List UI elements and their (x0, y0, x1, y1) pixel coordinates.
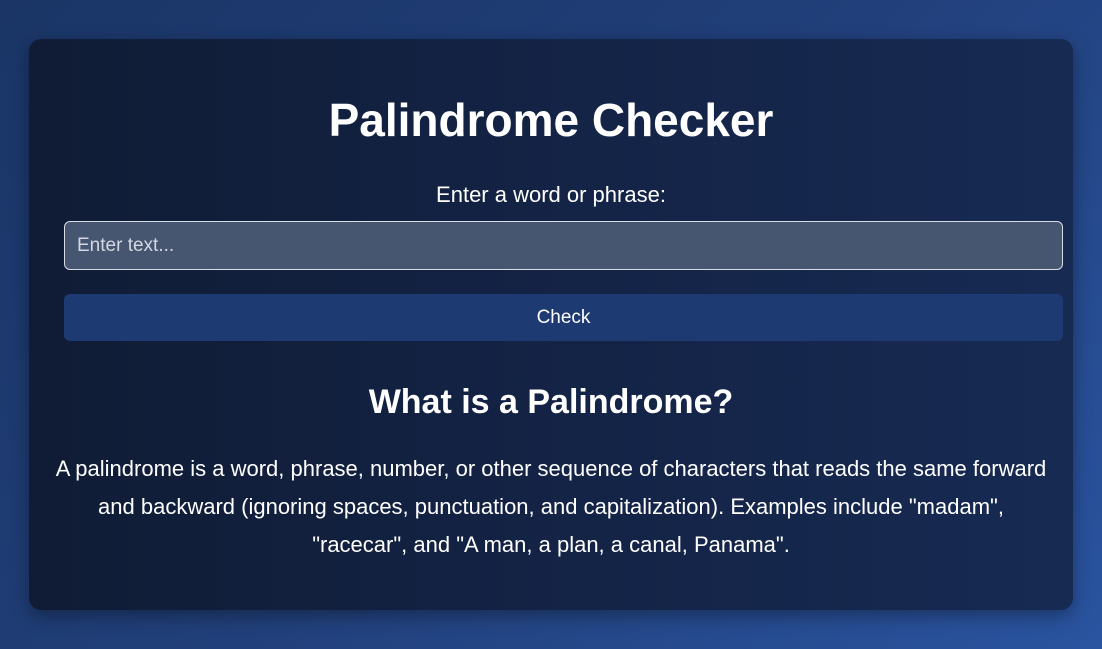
section-heading: What is a Palindrome? (368, 383, 734, 421)
text-input[interactable] (64, 221, 1063, 270)
palindrome-description: A palindrome is a word, phrase, number, … (55, 456, 1047, 557)
page-title: Palindrome Checker (328, 94, 774, 146)
check-button[interactable]: Check (64, 294, 1063, 341)
input-label: Enter a word or phrase: (436, 182, 666, 207)
palindrome-card: Palindrome Checker Enter a word or phras… (29, 39, 1073, 610)
